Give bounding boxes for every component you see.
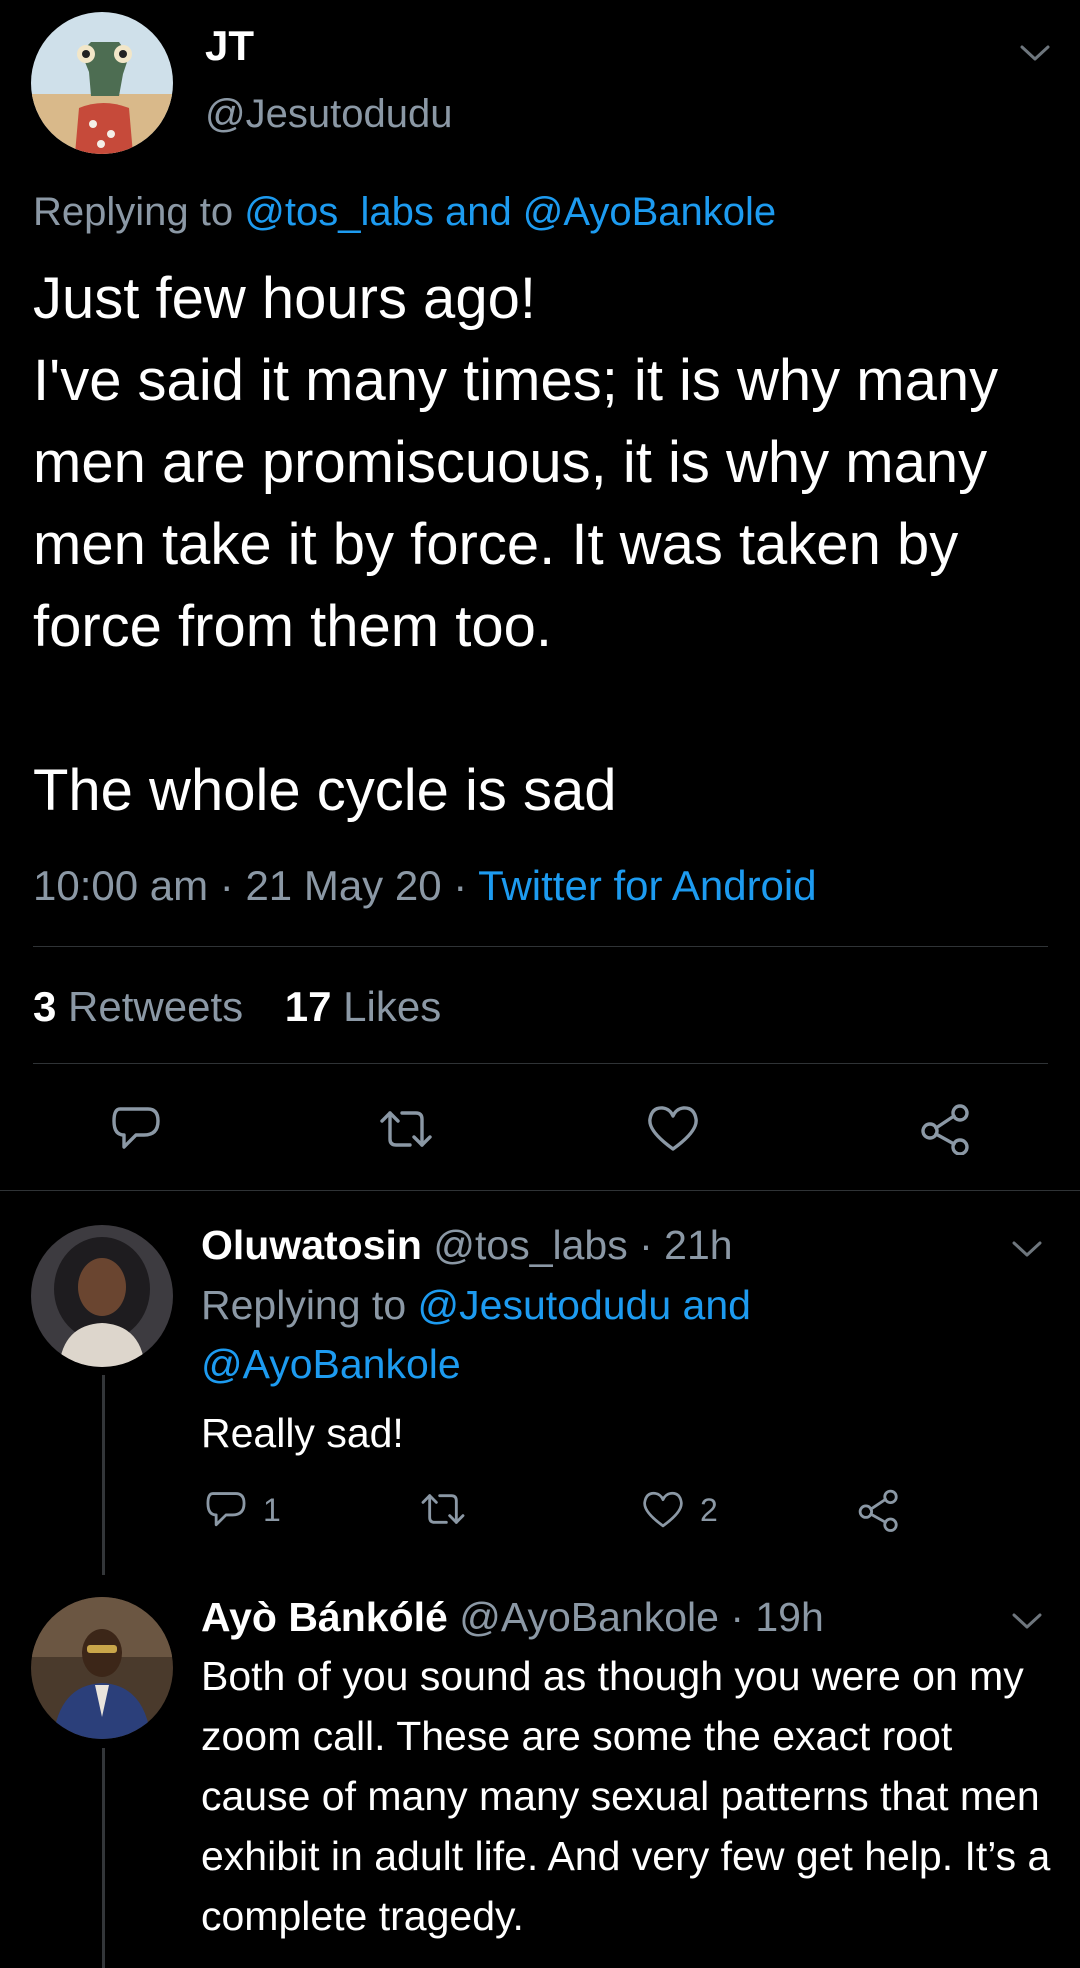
replying-to-links[interactable]: @tos_labs and @AyoBankole	[244, 190, 776, 234]
chevron-down-icon[interactable]	[1010, 1610, 1044, 1632]
tweet-text: Just few hours ago! I've said it many ti…	[33, 266, 999, 823]
retweets-count: 3	[33, 983, 57, 1030]
reply-author-meta[interactable]: @tos_labs · 21h	[433, 1222, 732, 1268]
reply-text: Both of you sound as though you were on …	[201, 1653, 1051, 1939]
share-button[interactable]	[856, 1488, 902, 1532]
reply-replying-to: Replying to @Jesutodudu and	[201, 1282, 751, 1329]
likes-label: Likes	[343, 983, 442, 1030]
reply-header: Ayò Bánkólé @AyoBankole · 19h	[201, 1594, 824, 1641]
author-avatar[interactable]	[31, 12, 173, 154]
tweet-stats: 3 Retweets 17 Likes	[33, 983, 441, 1031]
like-icon	[643, 1491, 683, 1528]
like-icon[interactable]	[644, 1103, 702, 1155]
reply-header: Oluwatosin @tos_labs · 21h	[201, 1222, 733, 1269]
reply-text: Really sad!	[201, 1410, 404, 1456]
likes-count: 17	[284, 983, 332, 1030]
chevron-down-icon[interactable]	[1010, 1238, 1044, 1260]
share-icon[interactable]	[918, 1103, 974, 1155]
chevron-down-icon[interactable]	[1018, 42, 1052, 64]
timestamp-text: 10:00 am · 21 May 20 ·	[33, 862, 479, 909]
divider	[33, 1063, 1048, 1064]
reply-count: 1	[263, 1491, 281, 1528]
retweet-icon	[421, 1494, 465, 1524]
reply-author-meta[interactable]: @AyoBankole · 19h	[459, 1594, 824, 1640]
reply-author-name[interactable]: Oluwatosin	[201, 1222, 422, 1268]
retweets-stat[interactable]: 3 Retweets	[33, 983, 243, 1030]
reply-avatar[interactable]	[31, 1597, 173, 1739]
source-link[interactable]: Twitter for Android	[478, 862, 816, 909]
author-name[interactable]: JT	[205, 22, 254, 70]
share-icon	[858, 1489, 898, 1532]
divider	[0, 1190, 1080, 1191]
thread-line	[102, 1748, 105, 1968]
like-button[interactable]: 2	[640, 1488, 718, 1532]
retweet-button[interactable]	[418, 1488, 482, 1530]
replying-to: Replying to @tos_labs and @AyoBankole	[33, 190, 776, 235]
replying-to-link[interactable]: @Jesutodudu and	[418, 1282, 751, 1328]
retweet-icon[interactable]	[376, 1105, 436, 1153]
reply-avatar[interactable]	[31, 1225, 173, 1367]
tweet-timestamp: 10:00 am · 21 May 20 · Twitter for Andro…	[33, 862, 817, 910]
retweets-label: Retweets	[68, 983, 244, 1030]
replying-prefix: Replying to	[33, 190, 234, 234]
reply-author-name[interactable]: Ayò Bánkólé	[201, 1594, 448, 1640]
like-count: 2	[700, 1491, 718, 1528]
likes-stat[interactable]: 17 Likes	[285, 983, 441, 1030]
replying-to-link[interactable]: @AyoBankole	[201, 1341, 461, 1388]
thread-line	[102, 1375, 105, 1575]
reply-icon[interactable]	[108, 1103, 164, 1155]
reply-button[interactable]: 1	[203, 1488, 281, 1532]
divider	[33, 946, 1048, 947]
replying-prefix: Replying to	[201, 1282, 407, 1328]
author-handle[interactable]: @Jesutodudu	[205, 92, 452, 137]
reply-icon	[206, 1492, 246, 1527]
